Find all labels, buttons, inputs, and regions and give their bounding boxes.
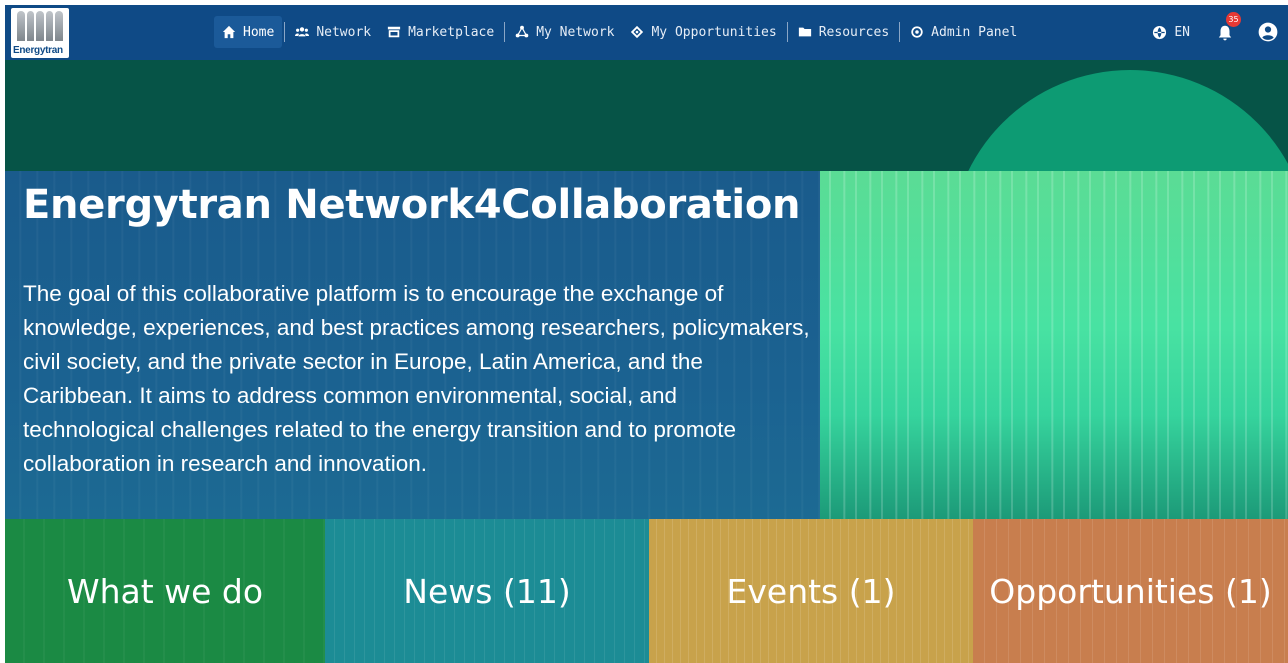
tile-label: What we do: [66, 571, 264, 611]
nav-item-resources[interactable]: Resources: [790, 16, 897, 48]
nav-item-label: Admin Panel: [931, 24, 1018, 40]
user-account-button[interactable]: [1258, 22, 1278, 42]
section-tiles: What we do News (11) Events (1) Opportun…: [5, 519, 1288, 663]
hero-description: The goal of this collaborative platform …: [23, 281, 810, 476]
nav-divider: [786, 22, 788, 42]
nav-item-label: My Network: [536, 24, 615, 40]
top-navbar: Energytran Home Network Marketplace My N…: [5, 5, 1288, 60]
energytran-logo[interactable]: Energytran: [11, 8, 69, 58]
nav-item-marketplace[interactable]: Marketplace: [379, 16, 502, 48]
storefront-icon: [387, 26, 401, 38]
tile-label: Opportunities (1): [989, 571, 1272, 611]
nav-divider: [284, 22, 286, 42]
main-nav: Home Network Marketplace My Network My O…: [214, 16, 1025, 48]
logo-graphic: [17, 11, 63, 41]
nav-item-label: Resources: [818, 24, 890, 40]
tile-news[interactable]: News (11): [325, 519, 649, 663]
nav-divider: [504, 22, 506, 42]
tile-events[interactable]: Events (1): [649, 519, 973, 663]
tile-what-we-do[interactable]: What we do: [5, 519, 325, 663]
folder-icon: [798, 27, 811, 37]
users-icon: [295, 27, 310, 37]
nav-item-my-network[interactable]: My Network: [507, 16, 622, 48]
notifications-button[interactable]: 35: [1216, 12, 1241, 42]
language-label: EN: [1174, 24, 1190, 40]
network-icon: [515, 25, 529, 38]
globe-icon: [1153, 25, 1167, 39]
nav-item-label: Network: [316, 24, 372, 40]
tile-opportunities[interactable]: Opportunities (1): [973, 519, 1288, 663]
tile-label: News (11): [403, 571, 571, 611]
app-frame: Energytran Home Network Marketplace My N…: [5, 5, 1288, 663]
nav-item-label: Home: [243, 24, 275, 40]
nav-item-network[interactable]: Network: [287, 16, 379, 48]
navbar-right-controls: EN 35: [1152, 12, 1288, 48]
nav-divider: [899, 22, 901, 42]
hero-title: Energytran Network4Collaboration: [23, 182, 801, 228]
tag-icon: [631, 25, 644, 39]
nav-item-home[interactable]: Home: [214, 16, 283, 48]
nav-item-admin-panel[interactable]: Admin Panel: [902, 16, 1025, 48]
nav-item-label: My Opportunities: [651, 24, 777, 40]
user-circle-icon: [1258, 22, 1278, 42]
language-selector[interactable]: EN: [1152, 25, 1190, 40]
nav-item-label: Marketplace: [408, 24, 495, 40]
hero-background-image: [820, 171, 1288, 519]
nav-item-my-opportunities[interactable]: My Opportunities: [622, 16, 784, 48]
admin-gear-icon: [911, 26, 923, 38]
home-icon: [222, 25, 236, 39]
notification-count-badge: 35: [1226, 12, 1241, 27]
logo-text: Energytran: [13, 45, 63, 56]
tile-label: Events (1): [726, 571, 896, 611]
